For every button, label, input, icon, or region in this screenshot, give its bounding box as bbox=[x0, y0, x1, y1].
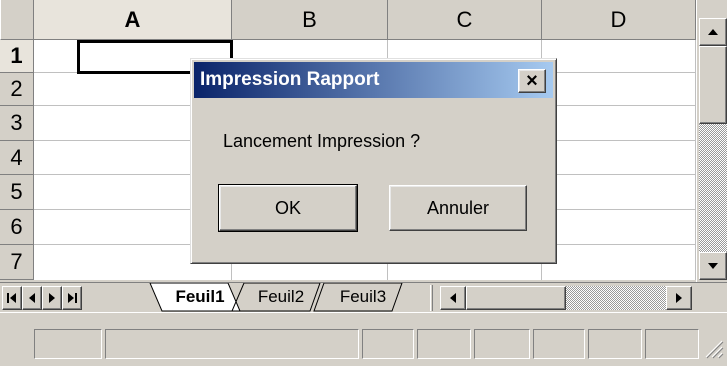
dialog-close-button[interactable]: × bbox=[518, 69, 546, 93]
row-header-3[interactable]: 3 bbox=[0, 106, 34, 141]
column-header-b[interactable]: B bbox=[232, 0, 388, 40]
row-header-6[interactable]: 6 bbox=[0, 210, 34, 245]
sheet-tab-bar: Feuil1 Feuil2 Feuil3 bbox=[0, 282, 727, 312]
row-header-2[interactable]: 2 bbox=[0, 73, 34, 106]
sheet-tab-label: Feuil3 bbox=[339, 287, 387, 306]
row-header-label: 3 bbox=[10, 110, 23, 135]
status-pane bbox=[34, 329, 102, 359]
prev-sheet-button[interactable] bbox=[22, 286, 42, 310]
status-pane bbox=[474, 329, 530, 359]
column-header-d[interactable]: D bbox=[542, 0, 696, 40]
ok-button[interactable]: OK bbox=[218, 184, 358, 232]
status-pane bbox=[417, 329, 471, 359]
scroll-thumb-vertical[interactable] bbox=[699, 46, 727, 124]
sheet-tab-feuil3[interactable]: Feuil3 bbox=[322, 283, 404, 311]
row-header-1[interactable]: 1 bbox=[0, 40, 34, 73]
scroll-thumb-horizontal[interactable] bbox=[466, 286, 566, 310]
status-pane bbox=[533, 329, 585, 359]
ok-button-label: OK bbox=[274, 197, 301, 218]
status-pane bbox=[105, 329, 359, 359]
status-pane bbox=[588, 329, 642, 359]
dialog-titlebar[interactable]: Impression Rapport bbox=[194, 62, 553, 98]
cancel-button-label: Annuler bbox=[426, 197, 490, 218]
scroll-down-button[interactable] bbox=[699, 252, 727, 280]
dialog-message: Lancement Impression ? bbox=[223, 131, 421, 151]
scroll-track-vertical[interactable] bbox=[699, 124, 727, 252]
triangle-left-icon bbox=[450, 293, 456, 303]
row-header-label: 7 bbox=[10, 249, 23, 274]
scroll-left-button[interactable] bbox=[440, 286, 466, 310]
scroll-right-button[interactable] bbox=[666, 286, 692, 310]
column-header-a[interactable]: A bbox=[34, 0, 232, 40]
last-sheet-icon bbox=[68, 293, 77, 303]
resize-grip-icon[interactable] bbox=[702, 337, 724, 359]
scroll-track-horizontal[interactable] bbox=[566, 286, 666, 310]
dialog-title: Impression Rapport bbox=[200, 69, 380, 90]
row-header-label: 1 bbox=[10, 43, 23, 68]
sheet-tab-label: Feuil1 bbox=[175, 287, 225, 306]
row-header-5[interactable]: 5 bbox=[0, 175, 34, 210]
scroll-up-button[interactable] bbox=[699, 18, 727, 46]
triangle-down-icon bbox=[708, 263, 718, 269]
vertical-scrollbar[interactable] bbox=[696, 0, 727, 282]
cancel-button[interactable]: Annuler bbox=[389, 185, 527, 231]
row-header-label: 2 bbox=[10, 76, 23, 101]
triangle-up-icon bbox=[708, 29, 718, 35]
first-sheet-button[interactable] bbox=[2, 286, 22, 310]
first-sheet-icon bbox=[7, 293, 16, 303]
row-header-4[interactable]: 4 bbox=[0, 141, 34, 175]
row-header-label: 4 bbox=[10, 144, 23, 170]
select-all-corner[interactable] bbox=[0, 0, 34, 40]
sheet-tab-feuil1[interactable]: Feuil1 bbox=[155, 283, 245, 311]
status-pane bbox=[645, 329, 699, 359]
column-header-label: C bbox=[456, 6, 473, 32]
sheet-tab-label: Feuil2 bbox=[257, 287, 305, 306]
row-header-label: 5 bbox=[10, 179, 23, 204]
prev-sheet-icon bbox=[29, 293, 35, 303]
next-sheet-icon bbox=[49, 293, 55, 303]
tab-split-handle[interactable] bbox=[430, 285, 433, 311]
triangle-right-icon bbox=[676, 293, 682, 303]
status-bar bbox=[0, 312, 727, 366]
sheet-tab-feuil2[interactable]: Feuil2 bbox=[240, 283, 322, 311]
column-header-c[interactable]: C bbox=[388, 0, 542, 40]
column-header-label: D bbox=[610, 6, 627, 32]
next-sheet-button[interactable] bbox=[42, 286, 62, 310]
row-header-label: 6 bbox=[10, 214, 23, 239]
close-icon: × bbox=[526, 69, 538, 92]
row-header-7[interactable]: 7 bbox=[0, 245, 34, 280]
column-header-label: B bbox=[302, 6, 317, 32]
column-header-label: A bbox=[124, 6, 141, 32]
last-sheet-button[interactable] bbox=[62, 286, 82, 310]
print-dialog: Impression Rapport × Lancement Impressio… bbox=[190, 58, 557, 264]
status-pane bbox=[362, 329, 414, 359]
